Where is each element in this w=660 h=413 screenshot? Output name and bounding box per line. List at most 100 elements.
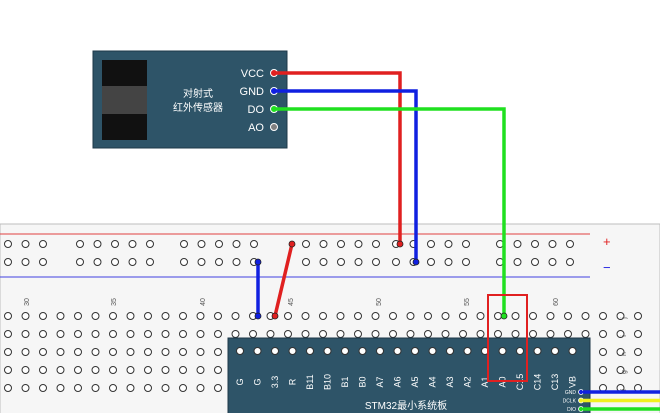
strip-hole bbox=[424, 312, 432, 320]
stm32-pin-hole bbox=[341, 347, 349, 355]
rail-hole bbox=[4, 258, 12, 266]
stm32-pin-label: B1 bbox=[340, 376, 350, 387]
stm32-pin-label: C13 bbox=[550, 374, 560, 391]
rail-hole bbox=[128, 258, 137, 266]
rail-hole bbox=[392, 258, 400, 266]
strip-hole bbox=[599, 348, 607, 356]
strip-hole bbox=[126, 312, 135, 320]
rail-hole bbox=[180, 258, 188, 266]
rail-hole bbox=[337, 258, 345, 266]
rail-hole bbox=[513, 240, 522, 248]
strip-hole bbox=[144, 366, 152, 374]
rail-hole bbox=[354, 258, 363, 266]
strip-hole bbox=[301, 330, 310, 338]
rail-hole bbox=[566, 240, 574, 248]
oled-pin-label: GND bbox=[565, 390, 577, 396]
strip-hole bbox=[371, 330, 380, 338]
rail-hole bbox=[197, 258, 206, 266]
stm32-pin-label: A7 bbox=[375, 376, 385, 387]
rail-hole bbox=[319, 240, 328, 248]
strip-hole bbox=[581, 330, 590, 338]
strip-hole bbox=[56, 366, 65, 374]
rail-hole bbox=[111, 240, 119, 248]
rail-hole bbox=[21, 258, 30, 266]
strip-hole bbox=[39, 384, 47, 392]
strip-hole bbox=[196, 348, 205, 356]
rail-hole bbox=[232, 258, 241, 266]
stm32-pin-hole bbox=[358, 347, 367, 355]
strip-hole bbox=[91, 348, 100, 356]
rail-hole bbox=[146, 240, 154, 248]
wire-end-dot bbox=[412, 258, 420, 266]
rail-hole bbox=[111, 258, 119, 266]
strip-hole bbox=[214, 366, 222, 374]
strip-hole bbox=[21, 312, 30, 320]
rail-hole bbox=[76, 240, 84, 248]
rail-hole bbox=[93, 258, 102, 266]
strip-hole bbox=[56, 384, 65, 392]
stm32-pin-label: B11 bbox=[305, 374, 315, 389]
rail-plus-label: + bbox=[603, 234, 611, 249]
oled-pin-dot bbox=[578, 406, 584, 412]
strip-hole bbox=[74, 348, 82, 356]
strip-hole bbox=[179, 366, 187, 374]
strip-hole bbox=[231, 330, 240, 338]
rail-hole bbox=[444, 258, 453, 266]
rail-hole bbox=[372, 258, 380, 266]
strip-hole bbox=[284, 312, 292, 320]
strip-hole bbox=[354, 330, 362, 338]
strip-hole bbox=[74, 330, 82, 338]
strip-hole bbox=[179, 312, 187, 320]
rail-hole bbox=[4, 240, 12, 248]
strip-hole bbox=[634, 348, 642, 356]
rail-hole bbox=[427, 258, 435, 266]
rail-hole bbox=[146, 258, 154, 266]
strip-hole bbox=[546, 312, 555, 320]
rail-hole bbox=[215, 240, 223, 248]
column-number: 40 bbox=[200, 298, 207, 306]
strip-hole bbox=[354, 312, 362, 320]
strip-hole bbox=[634, 366, 642, 374]
strip-hole bbox=[214, 312, 222, 320]
stm32-board-title: STM32最小系统板 bbox=[365, 399, 447, 412]
strip-hole bbox=[284, 330, 292, 338]
stm32-pin-label: A6 bbox=[393, 376, 403, 387]
strip-hole bbox=[21, 348, 30, 356]
sensor-slot bbox=[102, 86, 147, 114]
rail-hole bbox=[462, 240, 470, 248]
wiring-diagram: + − 30 35 40 45 50 55 60 jihgf G G 3.3 R B11 B10 B1 B… bbox=[0, 50, 660, 413]
strip-hole bbox=[4, 384, 12, 392]
stm32-pin-label: A4 bbox=[428, 376, 438, 387]
strip-hole bbox=[301, 312, 310, 320]
stm32-pin-hole bbox=[323, 347, 332, 355]
stm32-pin-hole bbox=[428, 347, 437, 355]
stm32-pin-hole bbox=[306, 347, 314, 355]
strip-hole bbox=[161, 384, 170, 392]
strip-hole bbox=[56, 312, 65, 320]
strip-hole bbox=[214, 348, 222, 356]
strip-hole bbox=[74, 312, 82, 320]
rail-hole bbox=[180, 240, 188, 248]
strip-hole bbox=[109, 366, 117, 374]
strip-hole bbox=[21, 384, 30, 392]
strip-hole bbox=[231, 312, 240, 320]
strip-hole bbox=[319, 312, 327, 320]
column-number: 60 bbox=[553, 298, 560, 306]
strip-hole bbox=[4, 312, 12, 320]
rail-hole bbox=[197, 240, 206, 248]
strip-hole bbox=[266, 330, 275, 338]
strip-hole bbox=[564, 330, 572, 338]
strip-hole bbox=[161, 312, 170, 320]
strip-hole bbox=[196, 384, 205, 392]
rail-hole bbox=[548, 258, 557, 266]
strip-hole bbox=[529, 330, 537, 338]
rail-hole bbox=[215, 258, 223, 266]
rail-hole bbox=[513, 258, 522, 266]
strip-hole bbox=[109, 312, 117, 320]
rail-hole bbox=[250, 240, 258, 248]
strip-hole bbox=[74, 384, 82, 392]
rail-hole bbox=[302, 240, 310, 248]
rail-hole bbox=[566, 258, 574, 266]
strip-hole bbox=[389, 312, 397, 320]
strip-hole bbox=[109, 384, 117, 392]
